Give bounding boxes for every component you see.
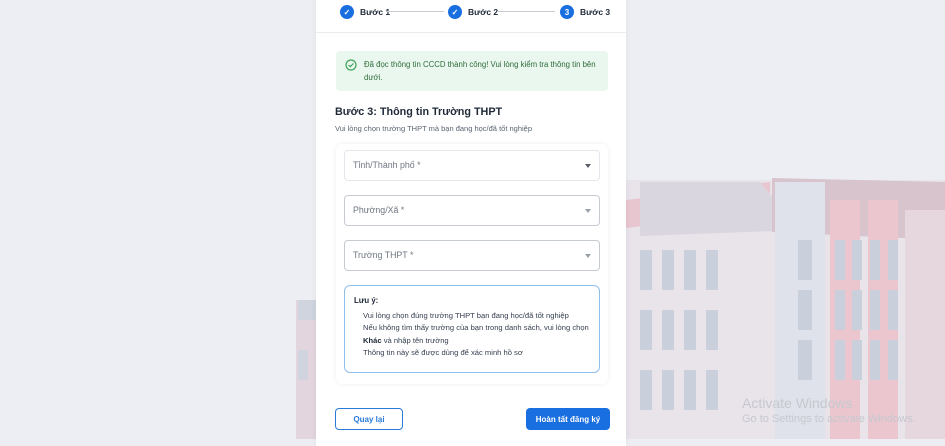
note-text: và nhập tên trường [383, 335, 449, 345]
check-circle-icon [345, 59, 357, 71]
step-3-number: 3 [560, 5, 574, 19]
step-3: 3 Bước 3 [560, 4, 610, 20]
school-placeholder: Trường THPT * [353, 250, 414, 260]
watermark-subtitle: Go to Settings to activate Windows. [742, 413, 916, 425]
registration-card: ✓ Bước 1 ✓ Bước 2 3 Bước 3 Đã đọc thông … [316, 0, 626, 446]
step-2: ✓ Bước 2 [448, 4, 498, 20]
page-subtitle: Vui lòng chọn trường THPT mà bạn đang họ… [335, 124, 533, 133]
stepper: ✓ Bước 1 ✓ Bước 2 3 Bước 3 [316, 0, 626, 33]
submit-button[interactable]: Hoàn tất đăng ký [526, 408, 610, 430]
ward-select[interactable]: Phường/Xã * [344, 195, 600, 226]
step-3-label: Bước 3 [580, 7, 611, 17]
note-box: Lưu ý: Vui lòng chọn đúng trường THPT bạ… [344, 285, 600, 373]
back-button[interactable]: Quay lại [335, 408, 403, 430]
chevron-down-icon [585, 209, 591, 213]
school-select[interactable]: Trường THPT * [344, 240, 600, 271]
note-body: Vui lòng chọn đúng trường THPT bạn đang … [363, 310, 589, 360]
success-message: Đã đọc thông tin CCCD thành công! Vui lò… [364, 60, 596, 82]
school-form: Tỉnh/Thành phố * Phường/Xã * Trường THPT… [336, 144, 608, 384]
watermark-title: Activate Windows [742, 395, 853, 411]
province-placeholder: Tỉnh/Thành phố * [353, 160, 421, 170]
note-line: Thông tin này sẽ được dùng để xác minh h… [363, 348, 523, 358]
step-2-label: Bước 2 [468, 7, 499, 17]
ward-placeholder: Phường/Xã * [353, 205, 405, 215]
chevron-down-icon [585, 164, 591, 168]
province-select[interactable]: Tỉnh/Thành phố * [344, 150, 600, 181]
note-text: Nếu không tìm thấy trường của bạn trong … [363, 323, 589, 333]
step-connector [497, 11, 555, 12]
note-title: Lưu ý: [354, 296, 379, 305]
success-alert: Đã đọc thông tin CCCD thành công! Vui lò… [336, 51, 608, 91]
note-line: Nếu không tìm thấy trường của bạn trong … [363, 322, 589, 347]
note-line: Vui lòng chọn đúng trường THPT bạn đang … [363, 311, 569, 320]
step-1: ✓ Bước 1 [340, 4, 390, 20]
check-icon: ✓ [448, 5, 462, 19]
note-bold-text: Khác [363, 335, 382, 345]
step-connector [386, 11, 444, 12]
check-icon: ✓ [340, 5, 354, 19]
page-title: Bước 3: Thông tin Trường THPT [335, 106, 503, 118]
step-1-label: Bước 1 [360, 7, 391, 17]
windows-activation-watermark: Activate Windows Go to Settings to activ… [742, 395, 916, 426]
chevron-down-icon [585, 254, 591, 258]
